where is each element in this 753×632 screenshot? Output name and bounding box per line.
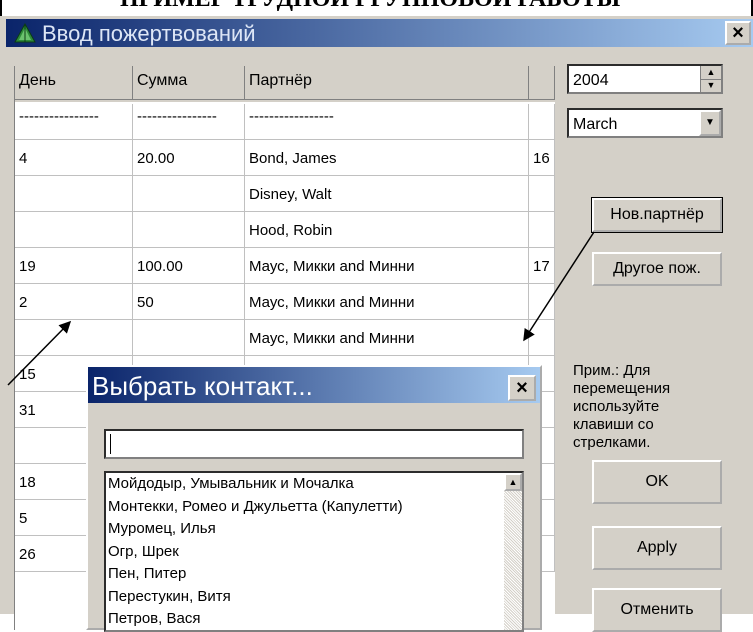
new-partner-button[interactable]: Нов.партнёр [591, 197, 723, 233]
chevron-down-icon[interactable]: ▼ [699, 110, 721, 136]
contact-list[interactable]: Мойдодыр, Умывальник и Мочалка Монтекки, … [104, 471, 524, 632]
month-value: March [573, 116, 618, 133]
other-donation-button[interactable]: Другое пож. [592, 252, 722, 286]
year-spin-buttons: ▲ ▼ [700, 66, 721, 92]
year-value: 2004 [573, 72, 609, 89]
month-select[interactable]: March ▼ [567, 108, 723, 138]
cell-partner[interactable]: Маус, Микки and Минни [245, 284, 529, 320]
new-partner-label: Нов.партнёр [610, 206, 704, 223]
cell-amount[interactable]: ---------------- [133, 104, 245, 140]
spin-down-arrow-icon[interactable]: ▼ [701, 79, 721, 92]
cell-partner[interactable]: Маус, Микки and Минни [245, 320, 529, 356]
cell-day[interactable]: 4 [15, 140, 133, 176]
cell-day[interactable]: ---------------- [15, 104, 133, 140]
year-spinner[interactable]: 2004 ▲ ▼ [567, 64, 723, 94]
cell-partner[interactable]: Hood, Robin [245, 212, 529, 248]
column-header-partner[interactable]: Партнёр [245, 66, 529, 100]
contact-search-input[interactable] [104, 429, 524, 459]
cell-partner[interactable]: ----------------- [245, 104, 529, 140]
column-header-extra[interactable] [529, 66, 555, 100]
cell-day[interactable] [15, 212, 133, 248]
cell-extra[interactable] [529, 320, 555, 356]
list-item[interactable]: Муромец, Илья [108, 520, 216, 537]
column-header-day[interactable]: День [15, 66, 133, 100]
cell-extra[interactable]: 17 [529, 248, 555, 284]
cell-extra[interactable]: 16 [529, 140, 555, 176]
spin-up-arrow-icon[interactable]: ▲ [701, 66, 721, 80]
cell-partner[interactable]: Bond, James [245, 140, 529, 176]
document-header-text: ПРИМЕР ТРУДНОЙ ГРУППОВОЙ РАБОТЫ [120, 0, 620, 13]
cell-day[interactable] [15, 320, 133, 356]
donations-window: Ввод пожертвований × День Сумма Партнёр … [0, 16, 753, 632]
cell-amount[interactable]: 20.00 [133, 140, 245, 176]
cell-partner[interactable]: Маус, Микки and Минни [245, 248, 529, 284]
cell-day[interactable]: 2 [15, 284, 133, 320]
cell-amount[interactable] [133, 212, 245, 248]
dialog-titlebar[interactable]: Выбрать контакт... × [88, 367, 540, 403]
scroll-up-arrow-icon[interactable]: ▲ [504, 473, 522, 491]
list-item[interactable]: Перестукин, Витя [108, 588, 231, 605]
cell-amount[interactable]: 100.00 [133, 248, 245, 284]
text-caret [110, 434, 111, 454]
list-item[interactable]: Пен, Питер [108, 565, 186, 582]
cell-day[interactable]: 19 [15, 248, 133, 284]
dialog-close-button[interactable]: × [508, 375, 536, 401]
cell-day[interactable] [15, 176, 133, 212]
cell-extra[interactable] [529, 284, 555, 320]
ok-button[interactable]: OK [592, 460, 722, 504]
cancel-button[interactable]: Отменить [592, 588, 722, 632]
other-donation-label: Другое пож. [613, 260, 701, 277]
list-item[interactable]: Монтекки, Ромео и Джульетта (Капулетти) [108, 498, 403, 515]
cell-amount[interactable] [133, 176, 245, 212]
cell-partner[interactable]: Disney, Walt [245, 176, 529, 212]
navigation-note: Прим.: Для перемещения используйте клави… [573, 362, 671, 451]
apply-button[interactable]: Apply [592, 526, 722, 570]
window-title: Ввод пожертвований [42, 21, 256, 46]
cell-amount[interactable] [133, 320, 245, 356]
grid-header: День Сумма Партнёр [15, 66, 555, 102]
select-contact-dialog: Выбрать контакт... × Мойдодыр, Умывальни… [86, 365, 542, 632]
cell-amount[interactable]: 50 [133, 284, 245, 320]
list-item[interactable]: Петров, Вася [108, 610, 200, 627]
dialog-title: Выбрать контакт... [92, 371, 313, 401]
cell-extra[interactable] [529, 176, 555, 212]
contact-list-scrollbar[interactable]: ▲ [504, 473, 522, 630]
column-header-amount[interactable]: Сумма [133, 66, 245, 100]
cell-extra[interactable] [529, 212, 555, 248]
app-pyramid-icon [14, 23, 36, 43]
list-item[interactable]: Мойдодыр, Умывальник и Мочалка [108, 475, 354, 492]
list-item[interactable]: Огр, Шрек [108, 543, 179, 560]
window-titlebar[interactable]: Ввод пожертвований × [6, 19, 753, 47]
cell-extra[interactable] [529, 104, 555, 140]
window-close-button[interactable]: × [725, 21, 751, 45]
